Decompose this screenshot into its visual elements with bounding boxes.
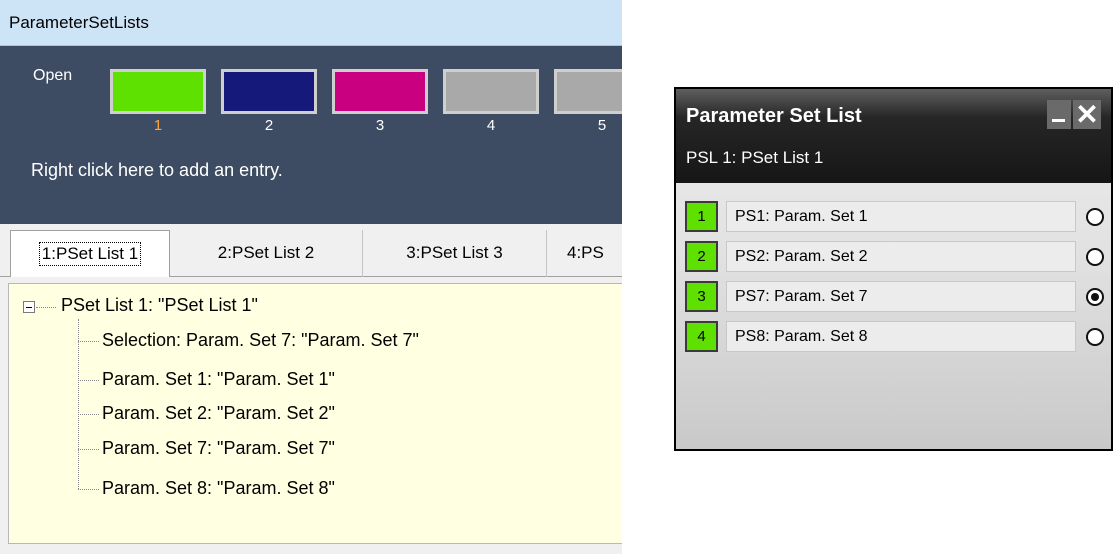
- tab-label: 4:PS: [567, 243, 604, 262]
- tab-pset-list-2[interactable]: 2:PSet List 2: [170, 230, 363, 277]
- swatch-number-2: 2: [264, 117, 274, 134]
- open-panel[interactable]: Open 1 2 3 4 5 Right click here to add a…: [0, 46, 622, 224]
- psl-row-name[interactable]: PS7: Param. Set 7: [726, 281, 1076, 312]
- tab-pset-list-4[interactable]: 4:PS: [547, 230, 622, 277]
- psl-row-number[interactable]: 2: [685, 241, 718, 272]
- collapse-icon[interactable]: [23, 301, 35, 313]
- psl-row-radio[interactable]: [1086, 208, 1104, 226]
- tree-connector: [78, 380, 99, 381]
- tree-connector: [78, 414, 99, 415]
- parameter-set-list-window: Parameter Set List PSL 1: PSet List 1 ✕ …: [674, 87, 1113, 451]
- open-label: Open: [33, 67, 73, 84]
- tree-item[interactable]: Param. Set 1: "Param. Set 1": [102, 369, 335, 390]
- tab-strip: 1:PSet List 1 2:PSet List 2 3:PSet List …: [0, 224, 622, 277]
- swatch-number-1: 1: [153, 117, 163, 134]
- psl-row[interactable]: 4 PS8: Param. Set 8: [685, 319, 1104, 352]
- add-entry-hint: Right click here to add an entry.: [31, 160, 283, 180]
- psl-row[interactable]: 3 PS7: Param. Set 7: [685, 279, 1104, 312]
- window-title: ParameterSetLists: [9, 13, 149, 32]
- psl-row-radio[interactable]: [1086, 328, 1104, 346]
- psl-title: Parameter Set List: [686, 105, 862, 127]
- psl-row-name[interactable]: PS1: Param. Set 1: [726, 201, 1076, 232]
- psl-header: Parameter Set List PSL 1: PSet List 1 ✕: [676, 89, 1111, 183]
- psl-row-number[interactable]: 1: [685, 201, 718, 232]
- tree-connector: [78, 449, 99, 450]
- psl-row-name[interactable]: PS2: Param. Set 2: [726, 241, 1076, 272]
- swatch-number-4: 4: [486, 117, 496, 134]
- swatch-5[interactable]: [554, 69, 622, 114]
- parameter-set-lists-window: ParameterSetLists Open 1 2 3 4 5 Right c…: [0, 0, 622, 554]
- swatch-2[interactable]: [221, 69, 317, 114]
- psl-row-radio[interactable]: [1086, 288, 1104, 306]
- tab-pset-list-1[interactable]: 1:PSet List 1: [10, 230, 170, 277]
- tree-view[interactable]: PSet List 1: "PSet List 1" Selection: Pa…: [8, 283, 622, 544]
- tab-label: 2:PSet List 2: [217, 243, 315, 262]
- tree-item[interactable]: Param. Set 2: "Param. Set 2": [102, 403, 335, 424]
- tree-connector: [78, 319, 79, 489]
- psl-row-number[interactable]: 4: [685, 321, 718, 352]
- psl-row-name[interactable]: PS8: Param. Set 8: [726, 321, 1076, 352]
- psl-row-radio[interactable]: [1086, 248, 1104, 266]
- title-bar: ParameterSetLists: [0, 0, 622, 46]
- minimize-icon[interactable]: [1047, 100, 1071, 129]
- tree-root[interactable]: PSet List 1: "PSet List 1": [61, 295, 258, 316]
- swatch-1[interactable]: [110, 69, 206, 114]
- psl-row[interactable]: 1 PS1: Param. Set 1: [685, 199, 1104, 232]
- psl-row-number[interactable]: 3: [685, 281, 718, 312]
- swatch-number-3: 3: [375, 117, 385, 134]
- tree-item[interactable]: Param. Set 7: "Param. Set 7": [102, 438, 335, 459]
- tree-connector: [78, 341, 99, 342]
- psl-subtitle: PSL 1: PSet List 1: [686, 148, 824, 167]
- swatch-3[interactable]: [332, 69, 428, 114]
- close-icon[interactable]: ✕: [1073, 100, 1101, 129]
- tree-connector: [36, 307, 56, 308]
- tree-item[interactable]: Selection: Param. Set 7: "Param. Set 7": [102, 330, 419, 351]
- tab-label: 1:PSet List 1: [38, 242, 142, 266]
- tree-item[interactable]: Param. Set 8: "Param. Set 8": [102, 478, 335, 499]
- swatch-4[interactable]: [443, 69, 539, 114]
- tab-label: 3:PSet List 3: [406, 243, 503, 262]
- psl-row[interactable]: 2 PS2: Param. Set 2: [685, 239, 1104, 272]
- swatch-number-5: 5: [597, 117, 607, 134]
- tab-pset-list-3[interactable]: 3:PSet List 3: [363, 230, 547, 277]
- tree-connector: [78, 489, 99, 490]
